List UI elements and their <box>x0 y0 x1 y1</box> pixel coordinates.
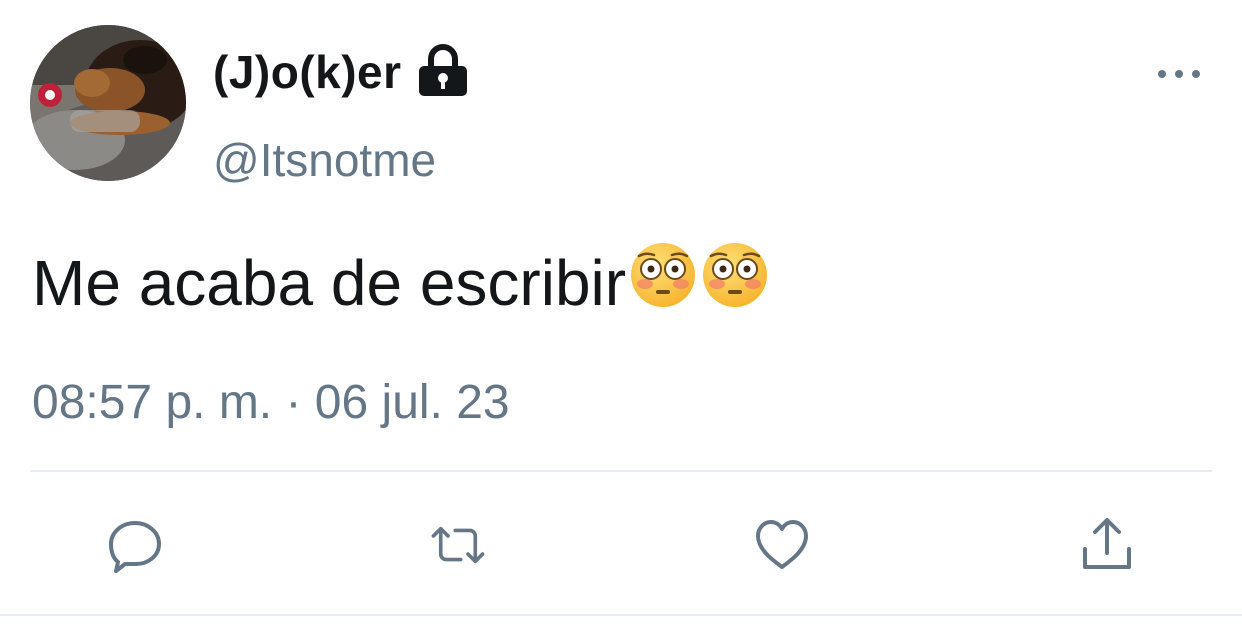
dot <box>1192 70 1200 78</box>
flushed-face-emoji <box>628 240 698 325</box>
avatar[interactable] <box>30 25 186 181</box>
user-name-row: (J)o(k)er <box>213 42 470 102</box>
user-handle[interactable]: @Itsnotme <box>213 133 436 187</box>
reply-button[interactable] <box>105 515 165 575</box>
lock-icon <box>416 43 470 104</box>
like-button[interactable] <box>752 515 812 575</box>
dot <box>1175 70 1183 78</box>
retweet-button[interactable] <box>428 515 488 575</box>
tweet-text-row: Me acaba de escribir <box>32 240 770 325</box>
share-button[interactable] <box>1077 515 1137 575</box>
more-options-icon[interactable] <box>1158 62 1200 86</box>
divider <box>30 470 1212 472</box>
reply-icon <box>109 521 161 573</box>
dot <box>1158 70 1166 78</box>
tweet-text: Me acaba de escribir <box>32 246 627 319</box>
retweet-icon <box>431 526 485 564</box>
share-icon <box>1083 518 1131 569</box>
avatar-image <box>30 25 186 181</box>
tweet-timestamp[interactable]: 08:57 p. m. · 06 jul. 23 <box>32 375 510 430</box>
flushed-face-emoji <box>700 240 770 325</box>
bottom-divider <box>0 614 1242 616</box>
display-name[interactable]: (J)o(k)er <box>213 45 402 99</box>
heart-icon <box>756 520 808 569</box>
